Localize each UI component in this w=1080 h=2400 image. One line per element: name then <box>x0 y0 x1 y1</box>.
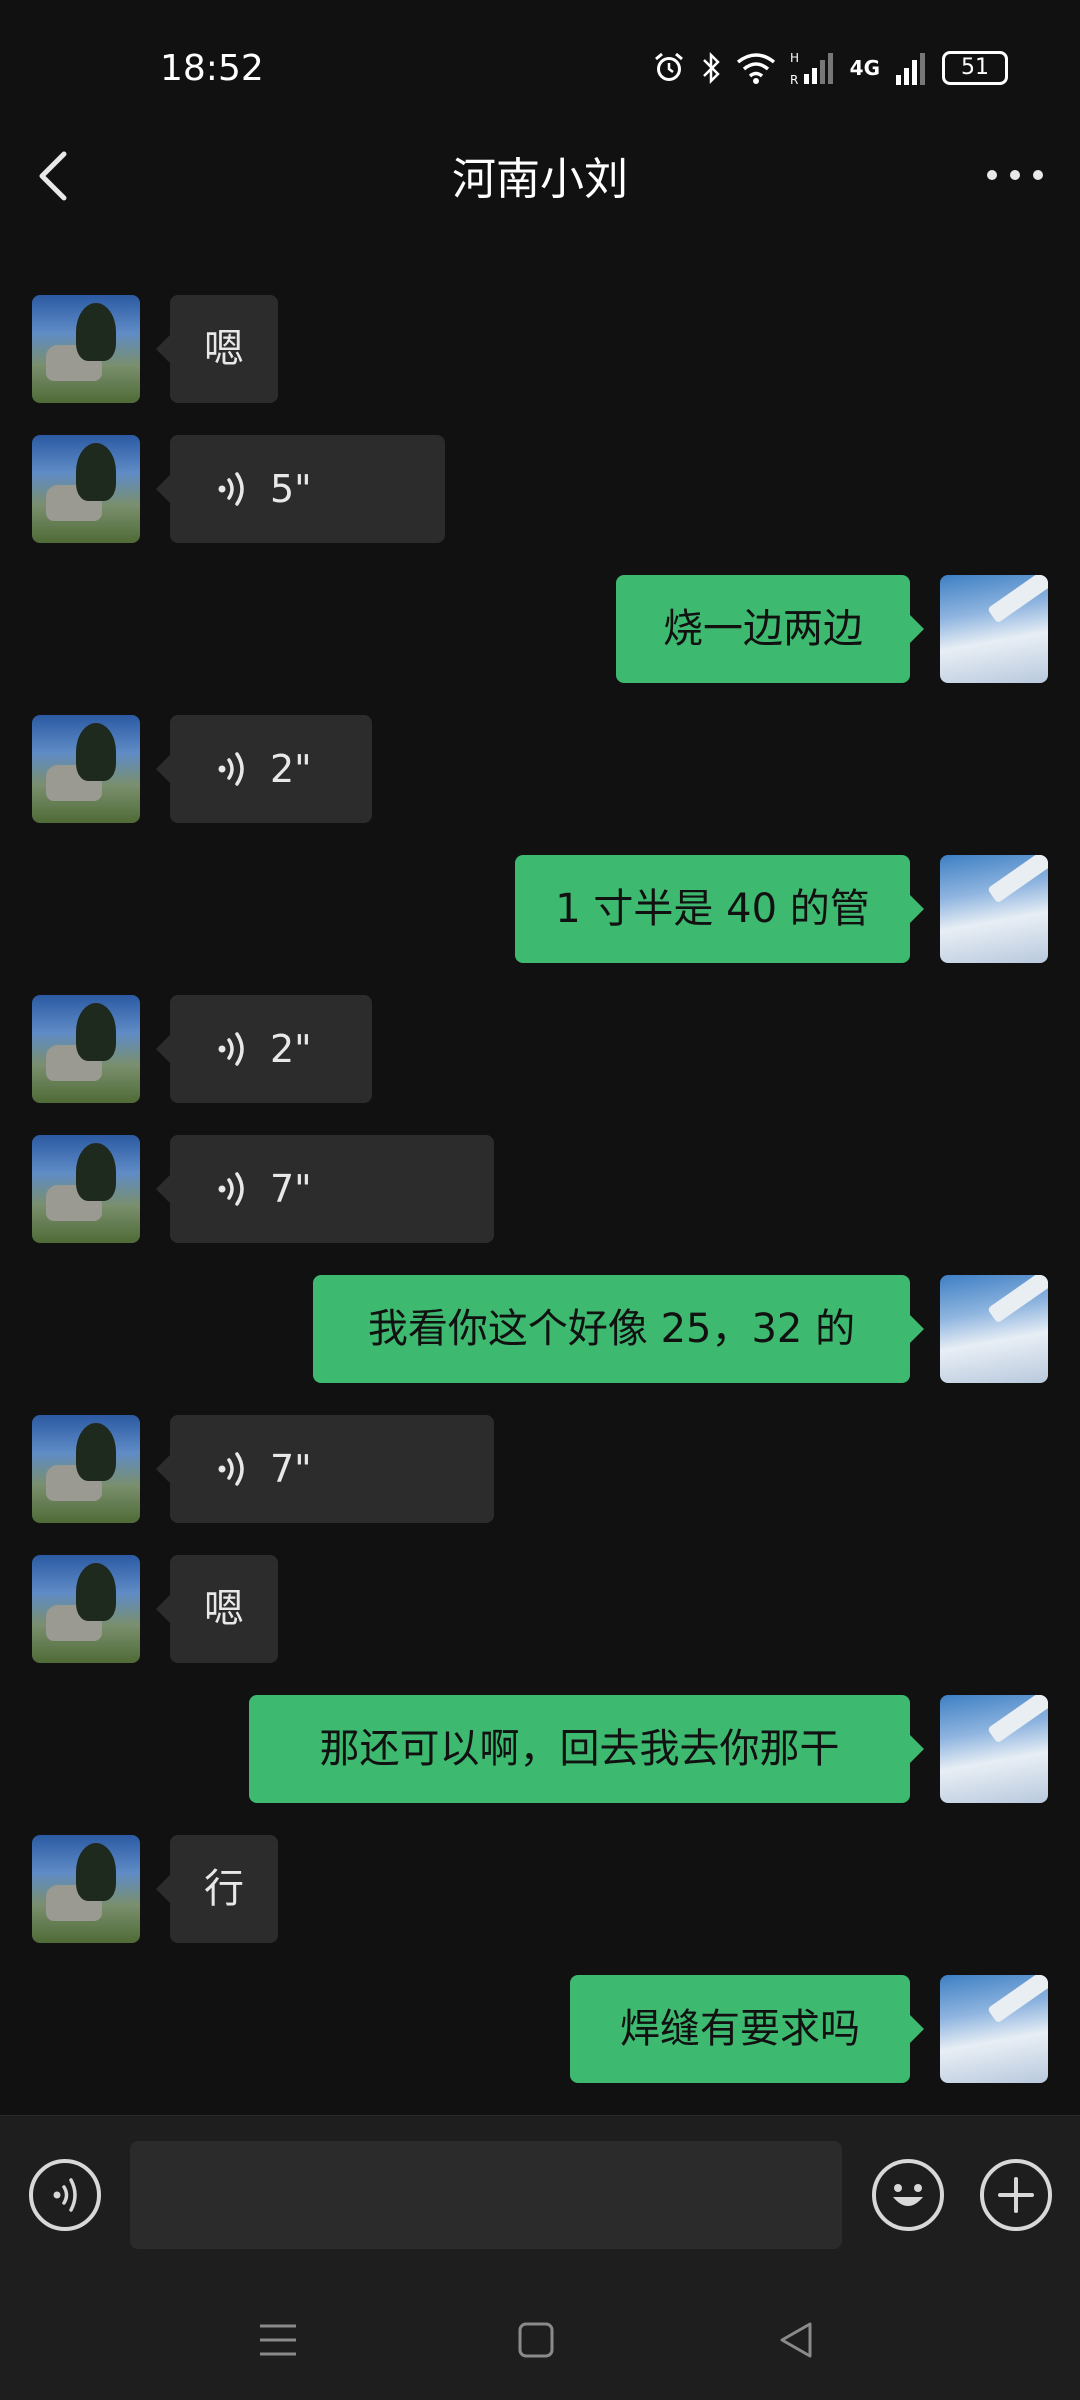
message-text: 行 <box>204 1866 244 1912</box>
alarm-icon <box>654 52 683 81</box>
avatar-contact[interactable] <box>32 1135 140 1243</box>
message-list[interactable]: 嗯 5" 烧一边两边 2" 1 寸半是 40 的管 2" 7" 我看你这个好像 … <box>0 240 1080 2115</box>
voice-duration: 2" <box>270 1027 312 1071</box>
chat-title: 河南小刘 <box>452 154 628 205</box>
avatar-contact[interactable] <box>32 435 140 543</box>
message-text: 烧一边两边 <box>663 606 863 652</box>
avatar-contact[interactable] <box>32 995 140 1103</box>
avatar-me[interactable] <box>940 1975 1048 2083</box>
voice-toggle-button[interactable] <box>29 2159 101 2231</box>
voice-message-bubble[interactable]: 7" <box>156 1415 494 1523</box>
system-nav-bar <box>0 2280 1080 2400</box>
message-bubble-text[interactable]: 我看你这个好像 25，32 的 <box>313 1275 924 1383</box>
more-button[interactable] <box>980 150 1050 200</box>
avatar-contact[interactable] <box>32 1415 140 1523</box>
back-triangle-icon[interactable] <box>776 2320 816 2360</box>
svg-text:R: R <box>790 73 798 86</box>
status-time: 18:52 <box>160 48 264 89</box>
plus-button[interactable] <box>980 2159 1052 2231</box>
voice-wave-icon <box>218 1032 244 1066</box>
bluetooth-icon <box>702 51 720 85</box>
avatar-me[interactable] <box>940 855 1048 963</box>
voice-message-bubble[interactable]: 7" <box>156 1135 494 1243</box>
menu-icon[interactable] <box>258 2320 298 2360</box>
message-bubble-text[interactable]: 嗯 <box>156 295 278 403</box>
voice-message-bubble[interactable]: 2" <box>156 715 372 823</box>
message-text: 嗯 <box>204 1586 244 1632</box>
voice-message-bubble[interactable]: 2" <box>156 995 372 1103</box>
battery-icon: 51 <box>942 51 1008 85</box>
voice-duration: 5" <box>270 467 312 511</box>
message-bubble-text[interactable]: 烧一边两边 <box>616 575 924 683</box>
hd-signal-icon: H R <box>790 51 833 86</box>
avatar-contact[interactable] <box>32 295 140 403</box>
plus-icon <box>998 2177 1034 2213</box>
voice-duration: 7" <box>270 1167 312 1211</box>
voice-wave-icon <box>218 472 244 506</box>
cell-signal-icon <box>896 53 925 85</box>
voice-wave-icon <box>218 1172 244 1206</box>
status-bar: 18:52 H R 4G 51 <box>0 0 1080 140</box>
home-icon[interactable] <box>516 2320 556 2360</box>
avatar-me[interactable] <box>940 575 1048 683</box>
wifi-icon <box>736 53 775 84</box>
message-text: 1 寸半是 40 的管 <box>555 886 870 932</box>
message-bubble-text[interactable]: 嗯 <box>156 1555 278 1663</box>
emoji-icon <box>893 2184 923 2206</box>
avatar-me[interactable] <box>940 1275 1048 1383</box>
message-text: 那还可以啊，回去我去你那干 <box>319 1726 840 1772</box>
network-type-label: 4G <box>849 56 880 80</box>
message-bubble-text[interactable]: 1 寸半是 40 的管 <box>515 855 924 963</box>
message-input[interactable] <box>130 2141 842 2249</box>
voice-wave-icon <box>218 752 244 786</box>
avatar-contact[interactable] <box>32 1835 140 1943</box>
message-text: 嗯 <box>204 326 244 372</box>
message-text: 焊缝有要求吗 <box>620 2006 860 2052</box>
message-bubble-text[interactable]: 行 <box>156 1835 278 1943</box>
avatar-contact[interactable] <box>32 1555 140 1663</box>
emoji-button[interactable] <box>872 2159 944 2231</box>
status-icons: H R 4G 51 <box>652 50 1008 86</box>
message-bubble-text[interactable]: 焊缝有要求吗 <box>570 1975 924 2083</box>
avatar-contact[interactable] <box>32 715 140 823</box>
avatar-me[interactable] <box>940 1695 1048 1803</box>
voice-duration: 2" <box>270 747 312 791</box>
voice-toggle-icon <box>53 2178 77 2212</box>
svg-text:H: H <box>790 51 799 65</box>
message-bubble-text[interactable]: 那还可以啊，回去我去你那干 <box>249 1695 924 1803</box>
input-bar <box>0 2115 1080 2281</box>
voice-duration: 7" <box>270 1447 312 1491</box>
more-dots-icon <box>987 170 1043 180</box>
message-text: 我看你这个好像 25，32 的 <box>367 1306 856 1352</box>
voice-wave-icon <box>218 1452 244 1486</box>
voice-message-bubble[interactable]: 5" <box>156 435 445 543</box>
